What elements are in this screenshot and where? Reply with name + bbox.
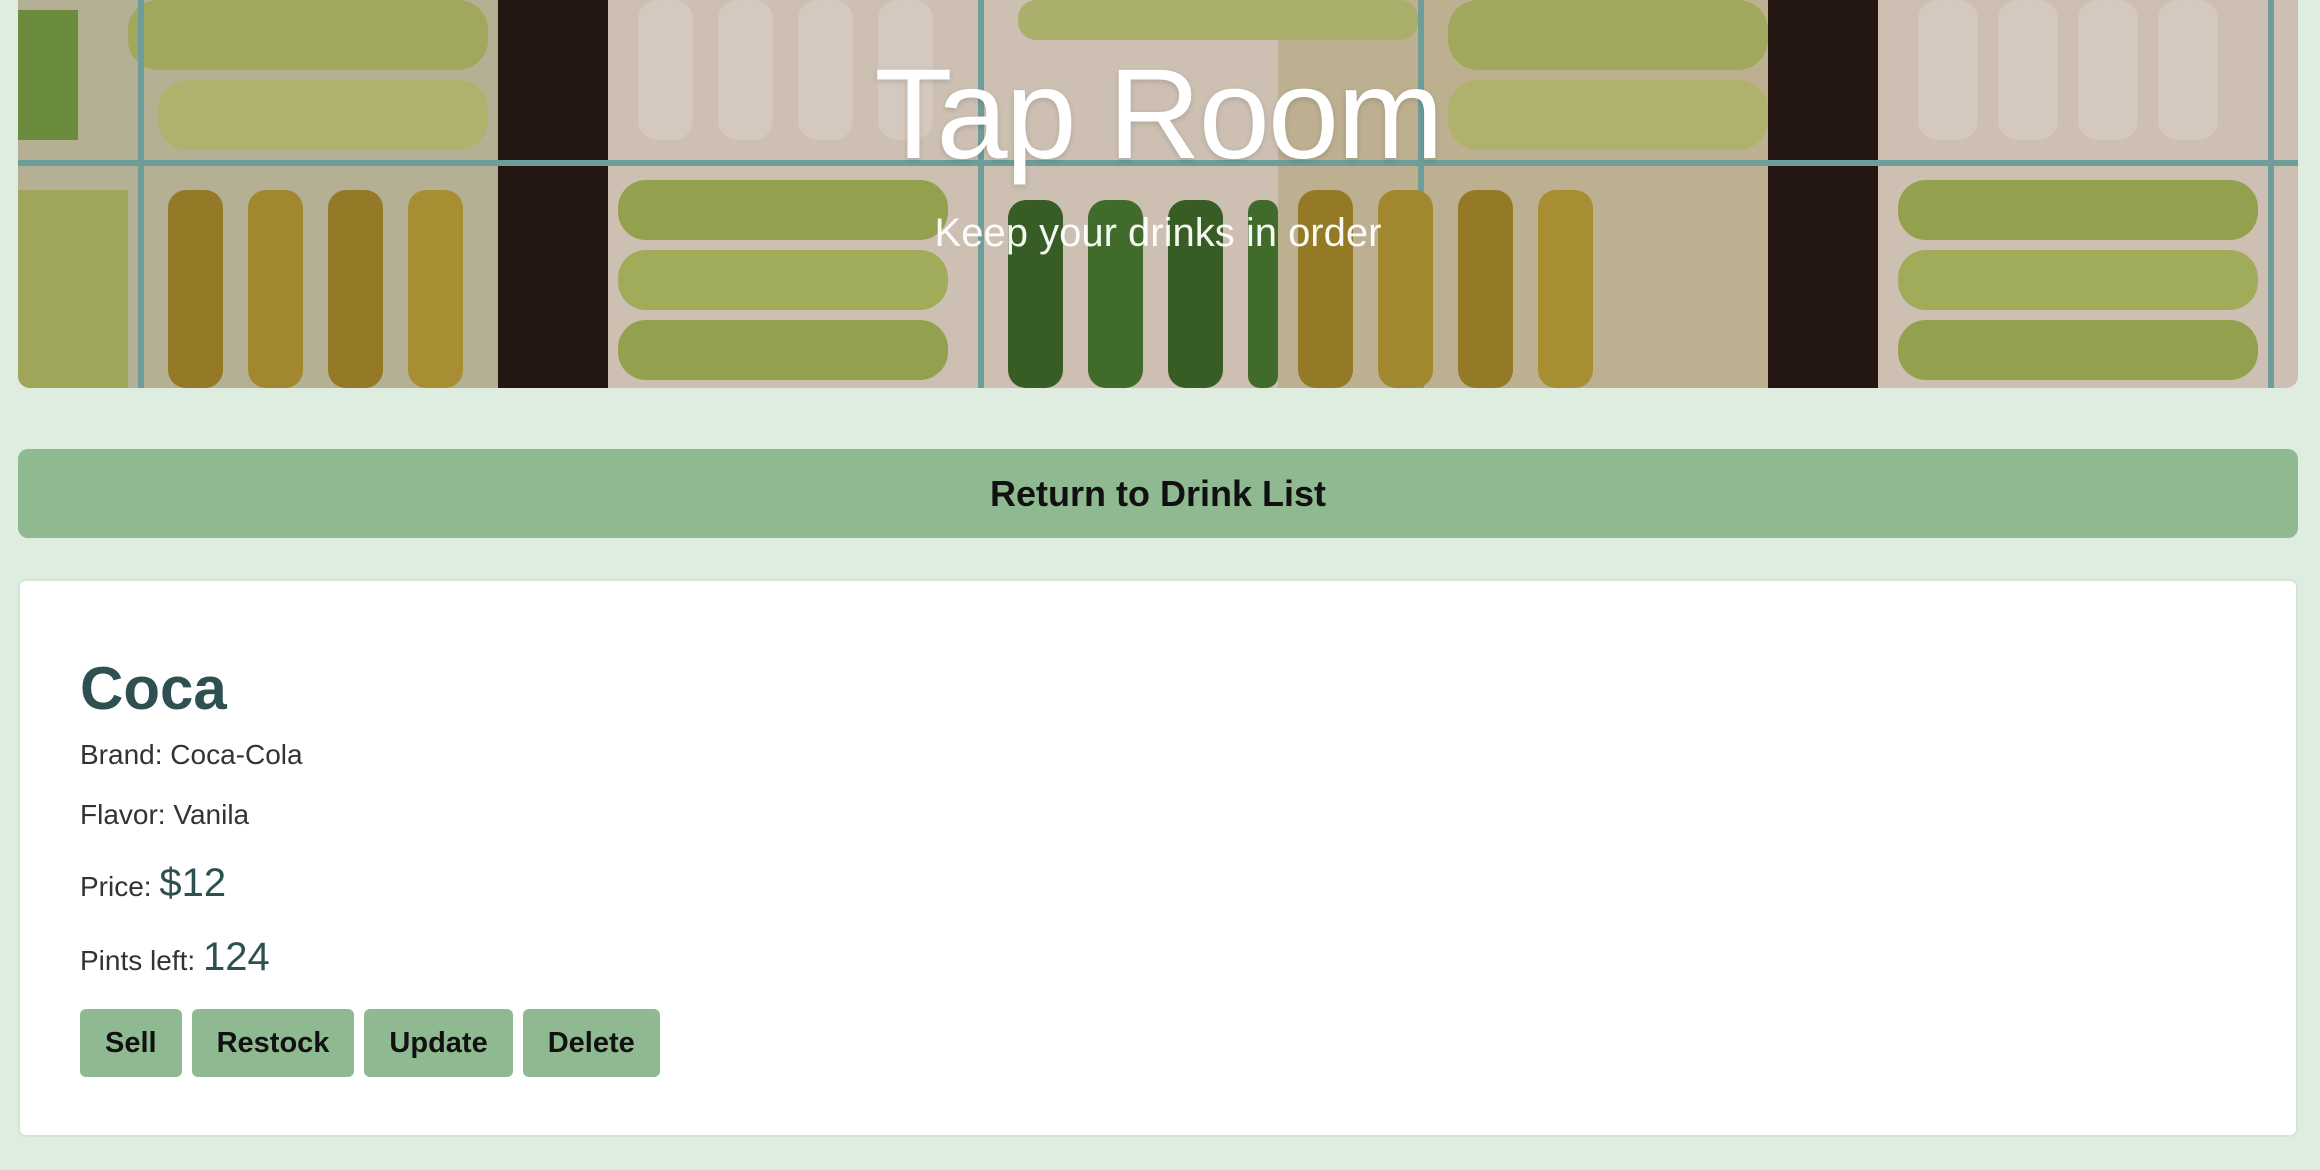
flavor-label: Flavor: bbox=[80, 799, 166, 830]
flavor-value: Vanila bbox=[173, 799, 250, 830]
drink-pints-line: Pints left: 124 bbox=[80, 935, 270, 980]
drink-name: Coca bbox=[80, 655, 227, 722]
pints-label: Pints left: bbox=[80, 945, 196, 976]
drink-brand-line: Brand: Coca-Cola bbox=[80, 739, 303, 771]
drink-price-line: Price: $12 bbox=[80, 861, 226, 906]
pints-value: 124 bbox=[202, 935, 270, 979]
sell-button[interactable]: Sell bbox=[80, 1009, 182, 1077]
restock-button[interactable]: Restock bbox=[191, 1009, 355, 1077]
return-to-drink-list-button[interactable]: Return to Drink List bbox=[18, 449, 2298, 538]
update-button[interactable]: Update bbox=[364, 1009, 513, 1077]
hero-banner: Tap Room Keep your drinks in order bbox=[18, 0, 2298, 388]
price-value: $12 bbox=[159, 861, 227, 905]
drink-flavor-line: Flavor: Vanila bbox=[80, 799, 249, 831]
brand-value: Coca-Cola bbox=[170, 739, 303, 770]
app-title: Tap Room bbox=[874, 43, 1443, 186]
drink-actions: Sell Restock Update Delete bbox=[80, 1009, 660, 1077]
brand-label: Brand: bbox=[80, 739, 163, 770]
price-label: Price: bbox=[80, 871, 152, 902]
delete-button[interactable]: Delete bbox=[522, 1009, 660, 1077]
app-subtitle: Keep your drinks in order bbox=[934, 211, 1382, 255]
drink-detail-card: Coca Brand: Coca-Cola Flavor: Vanila Pri… bbox=[18, 579, 2298, 1137]
